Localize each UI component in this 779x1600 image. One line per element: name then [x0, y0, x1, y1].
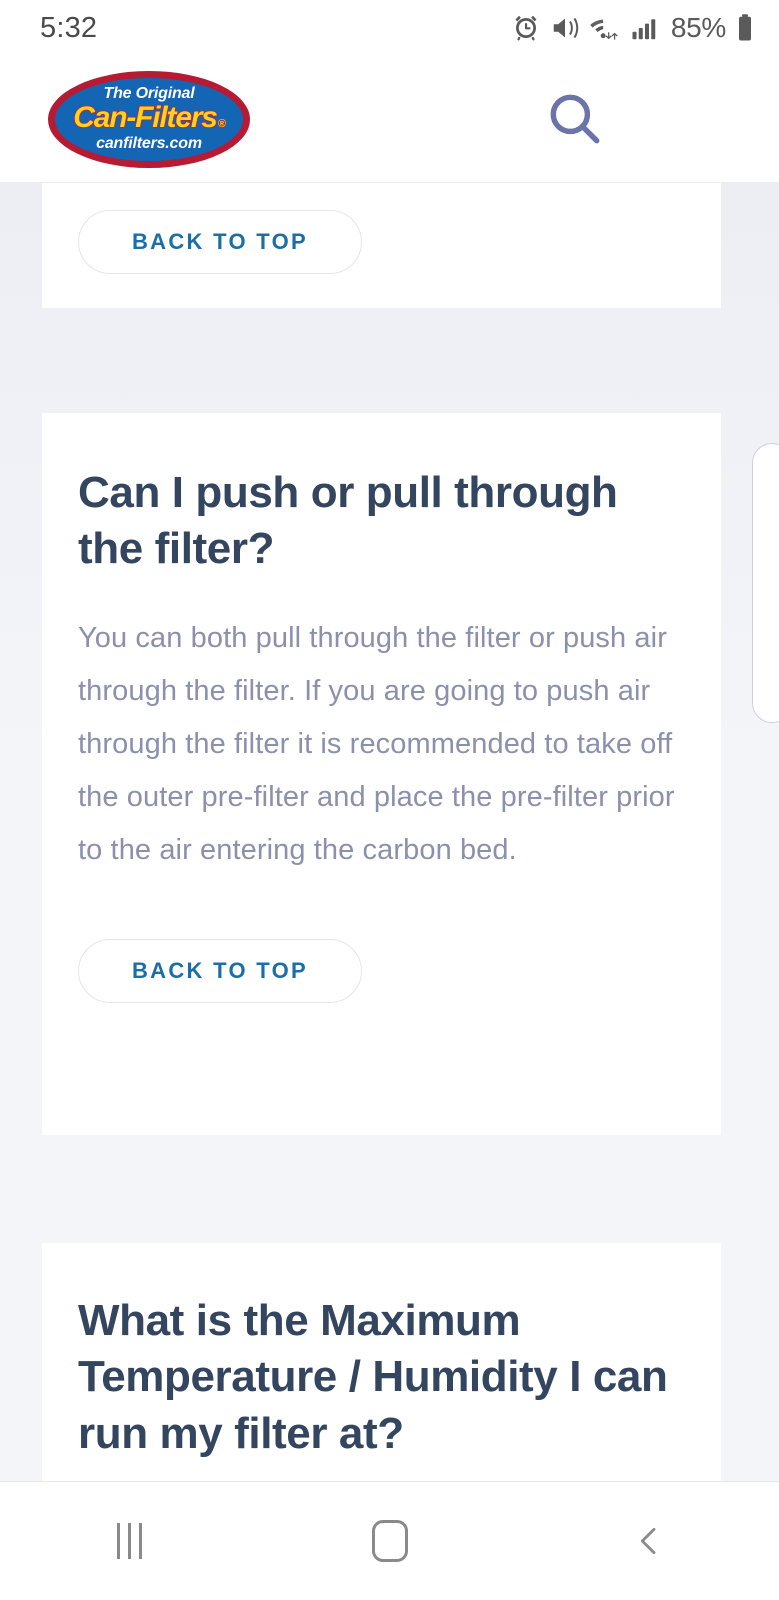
status-time: 5:32: [40, 11, 98, 44]
back-to-top-button[interactable]: BACK TO TOP: [78, 938, 362, 1003]
brand-logo[interactable]: The Original Can-Filters ® canfilters.com: [48, 70, 250, 168]
logo-brand: Can-Filters ®: [73, 101, 227, 134]
search-button[interactable]: [544, 88, 606, 150]
battery-icon: [739, 14, 751, 41]
wifi-icon: [590, 19, 618, 40]
faq-question-title: Can I push or pull through the filter?: [78, 468, 618, 574]
back-to-top-button[interactable]: BACK TO TOP: [78, 210, 362, 274]
search-icon: [550, 94, 600, 144]
header-actions: [544, 88, 743, 150]
alarm-icon: [515, 15, 537, 41]
faq-question-title: What is the Maximum Temperature / Humidi…: [78, 1296, 668, 1458]
recents-bar-3: [139, 1523, 143, 1559]
android-nav-bar: [0, 1481, 779, 1600]
home-icon: [371, 1520, 408, 1562]
cellular-signal-icon: [632, 19, 656, 40]
faq-card: What is the Maximum Temperature / Humidi…: [42, 1243, 721, 1481]
back-button[interactable]: [519, 1482, 779, 1600]
recents-bar-2: [128, 1523, 132, 1559]
vertical-scrollbar-thumb[interactable]: [752, 443, 779, 723]
status-icons: 85%: [511, 12, 755, 44]
faq-card: Can I push or pull through the filter? Y…: [42, 413, 721, 1135]
back-icon: [641, 1527, 656, 1555]
recents-bar-1: [117, 1523, 121, 1559]
faq-answer-text: You can both pull through the filter or …: [78, 621, 675, 866]
home-button[interactable]: [260, 1482, 520, 1600]
logo-website: canfilters.com: [96, 135, 202, 152]
site-header: The Original Can-Filters ® canfilters.com: [0, 56, 779, 183]
logo-brand-text: Can-Filters: [73, 101, 219, 134]
battery-percent: 85%: [670, 12, 726, 43]
recents-button[interactable]: [0, 1482, 260, 1600]
page-scroll-area[interactable]: BACK TO TOP Can I push or pull through t…: [0, 183, 779, 1481]
faq-card: BACK TO TOP: [42, 183, 721, 308]
logo-registered-mark: ®: [217, 118, 226, 130]
menu-button[interactable]: [659, 94, 743, 145]
logo-tagline: The Original: [103, 85, 195, 102]
vibrate-icon: [553, 17, 579, 39]
status-bar: 5:32 85%: [0, 0, 779, 56]
recents-icon: [117, 1523, 143, 1559]
